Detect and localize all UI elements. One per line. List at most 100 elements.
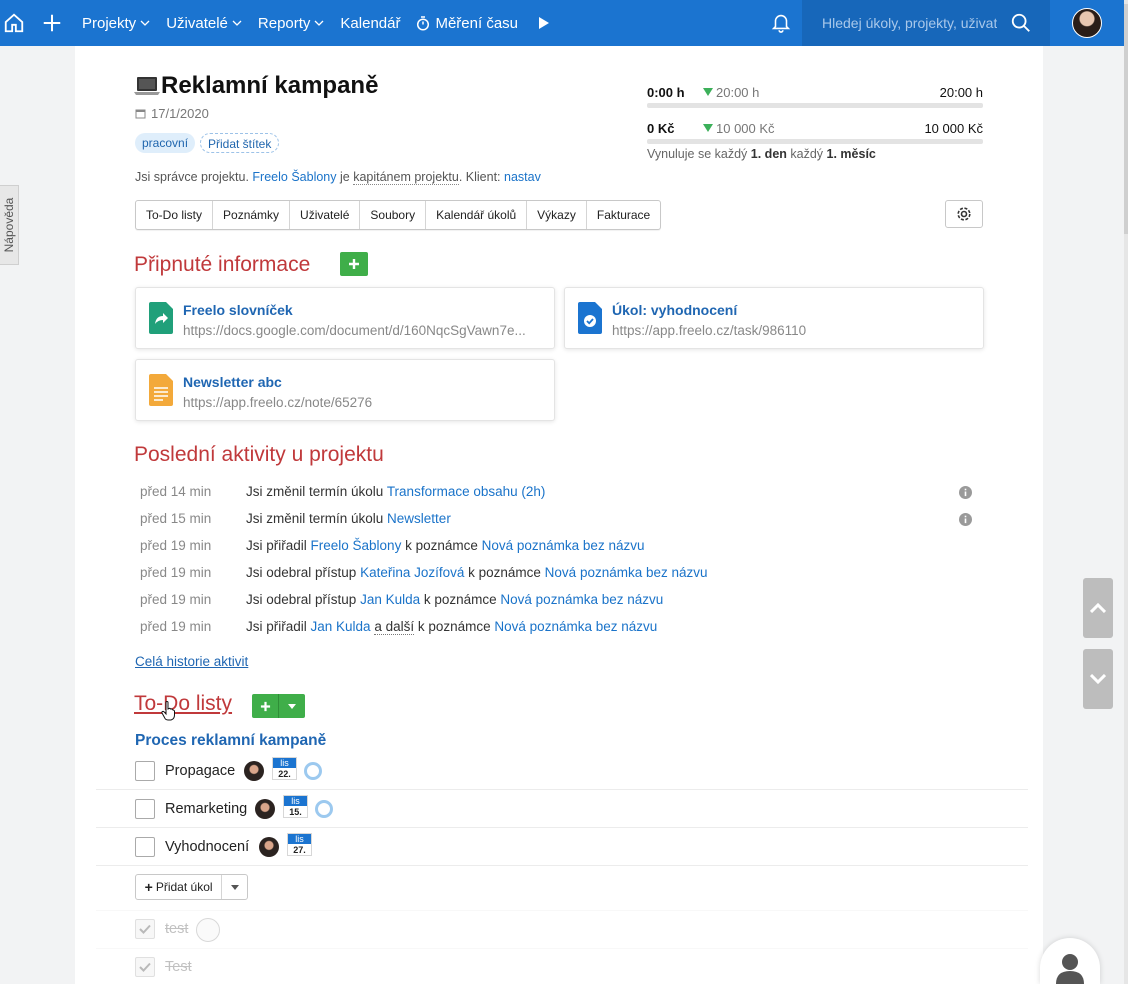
due-date-badge[interactable]: lis 22. bbox=[272, 757, 297, 780]
page-scrollbar[interactable] bbox=[1124, 0, 1128, 984]
plus-icon bbox=[260, 701, 270, 711]
activity-time: před 19 min bbox=[140, 592, 212, 607]
assignee-avatar[interactable] bbox=[196, 918, 220, 942]
activity-link[interactable]: Nová poznámka bez názvu bbox=[482, 538, 645, 553]
nav-mereni-casu[interactable]: Měření času bbox=[416, 15, 518, 32]
completed-task-row[interactable]: test bbox=[96, 910, 1028, 948]
activity-link[interactable]: Jan Kulda bbox=[360, 592, 420, 607]
top-navigation-bar: Projekty Uživatelé Reporty Kalendář Měře… bbox=[0, 0, 1124, 46]
activity-link[interactable]: Nová poznámka bez názvu bbox=[545, 565, 708, 580]
activity-text: Jsi odebral přístup Kateřina Jozífová k … bbox=[246, 565, 708, 580]
scrollbar-thumb[interactable] bbox=[1124, 4, 1128, 234]
activity-time: před 15 min bbox=[140, 511, 212, 526]
tab-vykazy[interactable]: Výkazy bbox=[527, 201, 587, 229]
money-progress-bar bbox=[647, 139, 983, 144]
activity-link[interactable]: Kateřina Jozífová bbox=[360, 565, 464, 580]
project-info: Jsi správce projektu. Freelo Šablony je … bbox=[135, 170, 541, 185]
due-date-badge[interactable]: lis 15. bbox=[283, 795, 308, 818]
activity-text-part: k poznámce bbox=[414, 619, 495, 634]
todo-heading[interactable]: To-Do listy bbox=[134, 692, 232, 716]
todo-list-title[interactable]: Proces reklamní kampaně bbox=[135, 732, 326, 750]
nav-uzivatele[interactable]: Uživatelé bbox=[166, 15, 242, 32]
add-todo-button[interactable] bbox=[252, 694, 279, 718]
tab-todo-listy[interactable]: To-Do listy bbox=[136, 201, 214, 229]
play-timer-button[interactable] bbox=[538, 16, 550, 30]
progress-ring-icon bbox=[315, 800, 333, 818]
money-budget: 0 Kč 10 000 Kč 10 000 Kč bbox=[647, 119, 983, 144]
check-icon bbox=[139, 924, 151, 934]
activity-row: před 19 min Jsi přiřadil Jan Kulda a dalš… bbox=[140, 619, 975, 637]
plus-icon[interactable] bbox=[38, 0, 66, 46]
activities-heading: Poslední aktivity u projektu bbox=[134, 443, 384, 466]
activity-text: Jsi odebral přístup Jan Kulda k poznámce… bbox=[246, 592, 663, 607]
pinned-card[interactable]: Newsletter abc https://app.freelo.cz/not… bbox=[135, 359, 555, 421]
activity-text: Jsi změnil termín úkolu Transformace obs… bbox=[246, 484, 545, 499]
completed-checkbox[interactable] bbox=[135, 919, 155, 939]
pinned-card[interactable]: Úkol: vyhodnocení https://app.freelo.cz/… bbox=[564, 287, 984, 349]
activity-more[interactable]: a další bbox=[374, 619, 415, 635]
activity-history-link[interactable]: Celá historie aktivit bbox=[135, 654, 248, 669]
budget-reset-info: Vynuluje se každý 1. den každý 1. měsíc bbox=[647, 147, 876, 161]
home-icon[interactable] bbox=[0, 0, 28, 46]
tab-soubory[interactable]: Soubory bbox=[360, 201, 427, 229]
pinned-card[interactable]: Freelo slovníček https://docs.google.com… bbox=[135, 287, 555, 349]
activity-text-part: k poznámce bbox=[401, 538, 482, 553]
task-checkbox[interactable] bbox=[135, 799, 155, 819]
project-settings-button[interactable] bbox=[945, 200, 983, 228]
task-row[interactable]: Propagace lis 22. bbox=[96, 752, 1028, 790]
bell-icon[interactable] bbox=[770, 10, 792, 37]
scroll-up-button[interactable] bbox=[1083, 578, 1113, 638]
activity-link[interactable]: Transformace obsahu (2h) bbox=[387, 484, 546, 499]
page-title: Reklamní kampaně bbox=[134, 72, 378, 100]
add-task-dropdown[interactable] bbox=[222, 875, 247, 899]
task-checkbox[interactable] bbox=[135, 837, 155, 857]
completed-task-row[interactable]: Test bbox=[96, 948, 1028, 984]
info-icon[interactable] bbox=[959, 486, 972, 502]
search-icon[interactable] bbox=[1010, 12, 1032, 37]
add-task-button[interactable]: + Přidat úkol bbox=[136, 875, 223, 899]
activity-time: před 14 min bbox=[140, 484, 212, 499]
activity-link[interactable]: Nová poznámka bez názvu bbox=[500, 592, 663, 607]
task-checkbox[interactable] bbox=[135, 761, 155, 781]
assignee-avatar[interactable] bbox=[259, 837, 279, 857]
activity-link[interactable]: Nová poznámka bez názvu bbox=[494, 619, 657, 634]
tab-kalendar-ukolu[interactable]: Kalendář úkolů bbox=[426, 201, 528, 229]
tab-fakturace[interactable]: Fakturace bbox=[587, 201, 660, 229]
activity-time: před 19 min bbox=[140, 565, 212, 580]
completed-checkbox[interactable] bbox=[135, 957, 155, 977]
user-avatar[interactable] bbox=[1072, 8, 1102, 38]
due-date-badge[interactable]: lis 27. bbox=[287, 833, 312, 856]
support-chat-button[interactable] bbox=[1040, 938, 1100, 984]
assignee-avatar[interactable] bbox=[244, 761, 264, 781]
activity-text-part: Jsi změnil termín úkolu bbox=[246, 484, 387, 499]
tab-poznamky[interactable]: Poznámky bbox=[213, 201, 291, 229]
search-input[interactable] bbox=[822, 15, 997, 31]
laptop-icon bbox=[134, 75, 160, 97]
captain-link[interactable]: Freelo Šablony bbox=[252, 170, 336, 184]
activity-link[interactable]: Jan Kulda bbox=[311, 619, 371, 634]
nav-reporty[interactable]: Reporty bbox=[258, 15, 325, 32]
add-tag-button[interactable]: Přidat štítek bbox=[200, 133, 280, 153]
activity-link[interactable]: Newsletter bbox=[387, 511, 451, 526]
add-todo-dropdown[interactable] bbox=[279, 694, 305, 718]
project-tabs: To-Do listy Poznámky Uživatelé Soubory K… bbox=[135, 200, 662, 230]
task-row[interactable]: Remarketing lis 15. bbox=[96, 790, 1028, 828]
tag-pracovni[interactable]: pracovní bbox=[135, 133, 196, 153]
scroll-down-button[interactable] bbox=[1083, 649, 1113, 709]
add-pinned-button[interactable] bbox=[340, 252, 368, 276]
activity-text-part: Jsi odebral přístup bbox=[246, 565, 361, 580]
nav-kalendar[interactable]: Kalendář bbox=[340, 15, 400, 32]
tab-uzivatele[interactable]: Uživatelé bbox=[290, 201, 361, 229]
activity-row: před 19 min Jsi odebral přístup Kateřina … bbox=[140, 565, 975, 583]
activity-text-part: k poznámce bbox=[464, 565, 545, 580]
nav-projekty[interactable]: Projekty bbox=[82, 15, 150, 32]
set-client-link[interactable]: nastav bbox=[504, 170, 541, 184]
activity-link[interactable]: Freelo Šablony bbox=[311, 538, 402, 553]
activity-time: před 19 min bbox=[140, 619, 212, 634]
task-row[interactable]: Vyhodnocení lis 27. bbox=[96, 828, 1028, 866]
assignee-avatar[interactable] bbox=[255, 799, 275, 819]
help-tab[interactable]: Nápověda bbox=[0, 185, 19, 265]
info-icon[interactable] bbox=[959, 513, 972, 529]
activity-text-part: Jsi přiřadil bbox=[246, 619, 311, 634]
activity-row: před 19 min Jsi odebral přístup Jan Kulda… bbox=[140, 592, 975, 610]
